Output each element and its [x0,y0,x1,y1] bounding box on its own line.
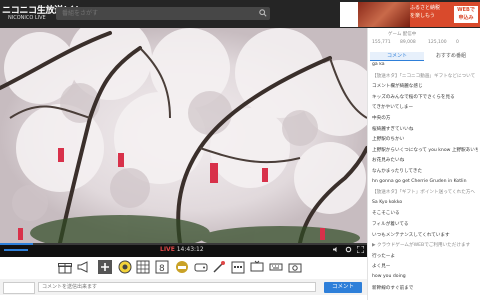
progress-fill [0,243,34,245]
comment-row: Sa Kyo kokko [372,199,403,205]
comment-row: 行ったーよ [372,253,395,259]
logo-subtext: NICONICO LIVE [8,15,46,21]
camera-icon[interactable] [288,260,302,274]
comment-row: よく見ー [372,264,391,270]
stat-value: 89,008 [400,40,416,45]
comment-row: 新幹線のすぐ前まで [372,285,414,291]
comment-row: 【放送ネタ】「ニコニコ動画」ギフトなどについて [372,73,476,79]
ad-text-1: ふるさと納税 [410,5,441,11]
video-player[interactable] [0,28,367,243]
stat-value: 155,771 [372,40,391,45]
fullscreen-icon[interactable] [357,246,364,253]
cherry-blossom-video-frame [0,28,367,243]
tab-comments[interactable]: コメント [370,52,424,61]
comment-send-button[interactable]: コメント [324,282,362,293]
comment-row: そこそこいる [372,211,400,217]
megaphone-icon[interactable] [76,260,90,274]
calendar-icon[interactable] [231,260,245,274]
site-logo[interactable]: ニコニコ生放送(く) NICONICO LIVE [2,3,80,25]
pad-icon[interactable] [194,260,208,274]
tab-recommended[interactable]: おすすめ番組 [424,52,478,60]
speaker-icon[interactable] [333,246,340,253]
comment-row: 桜綺麗すぎていいね [372,126,414,132]
comment-row: 上野駅のちかい [372,137,405,143]
comment-row: なんかまったりしてきた [372,169,423,174]
comment-row: てきかやいてしまー [372,105,414,111]
ad-text-2: を楽しもう [410,13,435,19]
time-display: LIVE 14:43:12 [160,246,204,253]
comment-row: 【放送ネタ】「ギフト」ポイント送ってくれた方へ [372,190,475,196]
gift-icon[interactable] [58,260,72,274]
header-ad-banner[interactable]: ふるさと納税 を楽しもう WEBで 申込み [340,2,480,27]
ad-web-button[interactable]: WEBで 申込み [454,6,478,23]
comment-row: how you doing [372,274,406,279]
comment-command-select[interactable] [3,282,35,294]
search-input[interactable] [58,7,262,20]
comment-bar: コメント [0,279,367,295]
stat-value: 125,100 [428,40,447,45]
comment-list: ga ka 【放送ネタ】「ニコニコ動画」ギフトなどについて コメント欄が綺麗な感じキ… [372,62,478,300]
keyboard-icon[interactable] [269,260,283,274]
comment-row: hn gonna go get Cherrie Gruden in Kotlin [372,178,467,184]
search-box [56,7,270,20]
comment-input[interactable] [38,282,316,292]
comment-row: 上野駅からいくつになって you know 上野駅あいちゃ [372,147,478,153]
comment-row: フィルが着いてる [372,222,409,227]
panel-tabs: コメント おすすめ番組 [370,52,478,61]
comment-row: 中央の方 [372,116,391,121]
tv-icon[interactable] [250,260,264,274]
comment-row: コメント欄が綺麗な感じ [372,84,423,90]
ad-logo [340,2,358,27]
volume-slider[interactable] [4,249,28,251]
ad-image [358,2,410,27]
svg-text:8: 8 [159,264,165,274]
wand-icon[interactable] [212,260,226,274]
comment-row: キッズのみんなで桜の下でさくらを見る [372,94,455,100]
comment-row: お花見みたいね [372,158,405,164]
stream-stats: ゲーム 配信中 155,771 89,008 125,100 0 [370,30,480,48]
comment-row: ▶ クラウドゲームがWEBでご利用いただけます [372,243,471,249]
settings-icon[interactable] [345,246,352,253]
category-label: ゲーム 配信中 [388,32,417,37]
comment-row: ga ka [372,62,385,67]
map-icon[interactable] [136,260,150,274]
elapsed-time: 14:43:12 [176,246,204,253]
stat-value: 0 [456,40,459,45]
plus-icon[interactable] [98,260,112,274]
game-icon[interactable] [175,260,189,274]
search-icon[interactable] [259,9,267,17]
live-label: LIVE [160,246,175,253]
bingo-icon[interactable] [118,260,132,274]
number-icon[interactable]: 8 [155,260,169,274]
progress-bar[interactable] [0,243,367,245]
comment-row: いつもメンテナンスしてくれています [372,232,450,238]
